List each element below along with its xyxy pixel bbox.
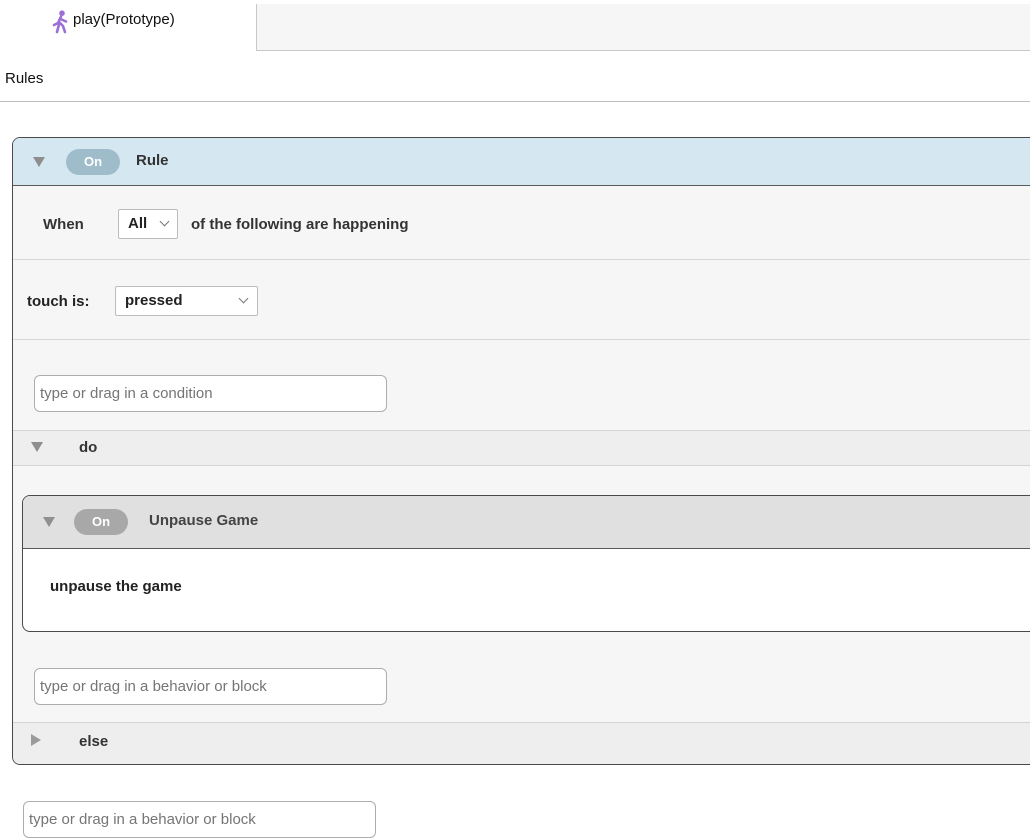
chevron-down-icon <box>238 293 249 304</box>
collapse-triangle-icon[interactable] <box>43 517 55 527</box>
else-section-header[interactable]: else <box>13 722 1030 764</box>
else-label: else <box>79 733 109 750</box>
behavior-card-unpause-game: On Unpause Game unpause the game <box>22 495 1030 632</box>
outer-behavior-input[interactable] <box>23 801 376 838</box>
when-row: When All of the following are happening <box>13 186 1030 260</box>
when-suffix-label: of the following are happening <box>191 216 409 233</box>
collapse-triangle-icon[interactable] <box>33 157 45 167</box>
behavior-on-toggle[interactable]: On <box>74 509 128 535</box>
tab-play-prototype[interactable]: play(Prototype) <box>0 0 256 52</box>
do-label: do <box>79 439 98 456</box>
behavior-header[interactable]: On Unpause Game <box>23 496 1030 549</box>
condition-input[interactable] <box>34 375 387 412</box>
rule-header[interactable]: On Rule <box>13 138 1030 186</box>
match-mode-value: All <box>128 215 148 232</box>
expand-triangle-icon[interactable] <box>31 734 41 746</box>
condition-input-area <box>13 340 1030 430</box>
behavior-description: unpause the game <box>50 578 182 595</box>
collapse-triangle-icon[interactable] <box>31 442 43 452</box>
do-section-header[interactable]: do <box>13 430 1030 466</box>
touch-state-value: pressed <box>125 292 183 309</box>
rule-card: On Rule When All of the following are ha… <box>12 137 1030 765</box>
match-mode-select[interactable]: All <box>118 209 178 239</box>
when-label: When <box>43 216 84 233</box>
rules-heading: Rules <box>5 70 44 87</box>
tab-label: play(Prototype) <box>73 11 175 28</box>
behavior-title[interactable]: Unpause Game <box>149 512 258 529</box>
chevron-down-icon <box>159 216 170 227</box>
rules-editor: play(Prototype) Rules On Rule When All o… <box>0 0 1030 838</box>
tab-bar: play(Prototype) <box>0 0 1030 52</box>
touch-state-select[interactable]: pressed <box>115 286 258 316</box>
condition-touch[interactable]: touch is: pressed <box>13 260 1030 340</box>
condition-label: touch is: <box>27 293 90 310</box>
walking-person-icon <box>52 10 70 34</box>
rules-divider <box>0 101 1030 102</box>
rule-title[interactable]: Rule <box>136 152 169 169</box>
behavior-input[interactable] <box>34 668 387 705</box>
tab-bar-empty-area <box>256 4 1030 51</box>
rule-on-toggle[interactable]: On <box>66 149 120 175</box>
